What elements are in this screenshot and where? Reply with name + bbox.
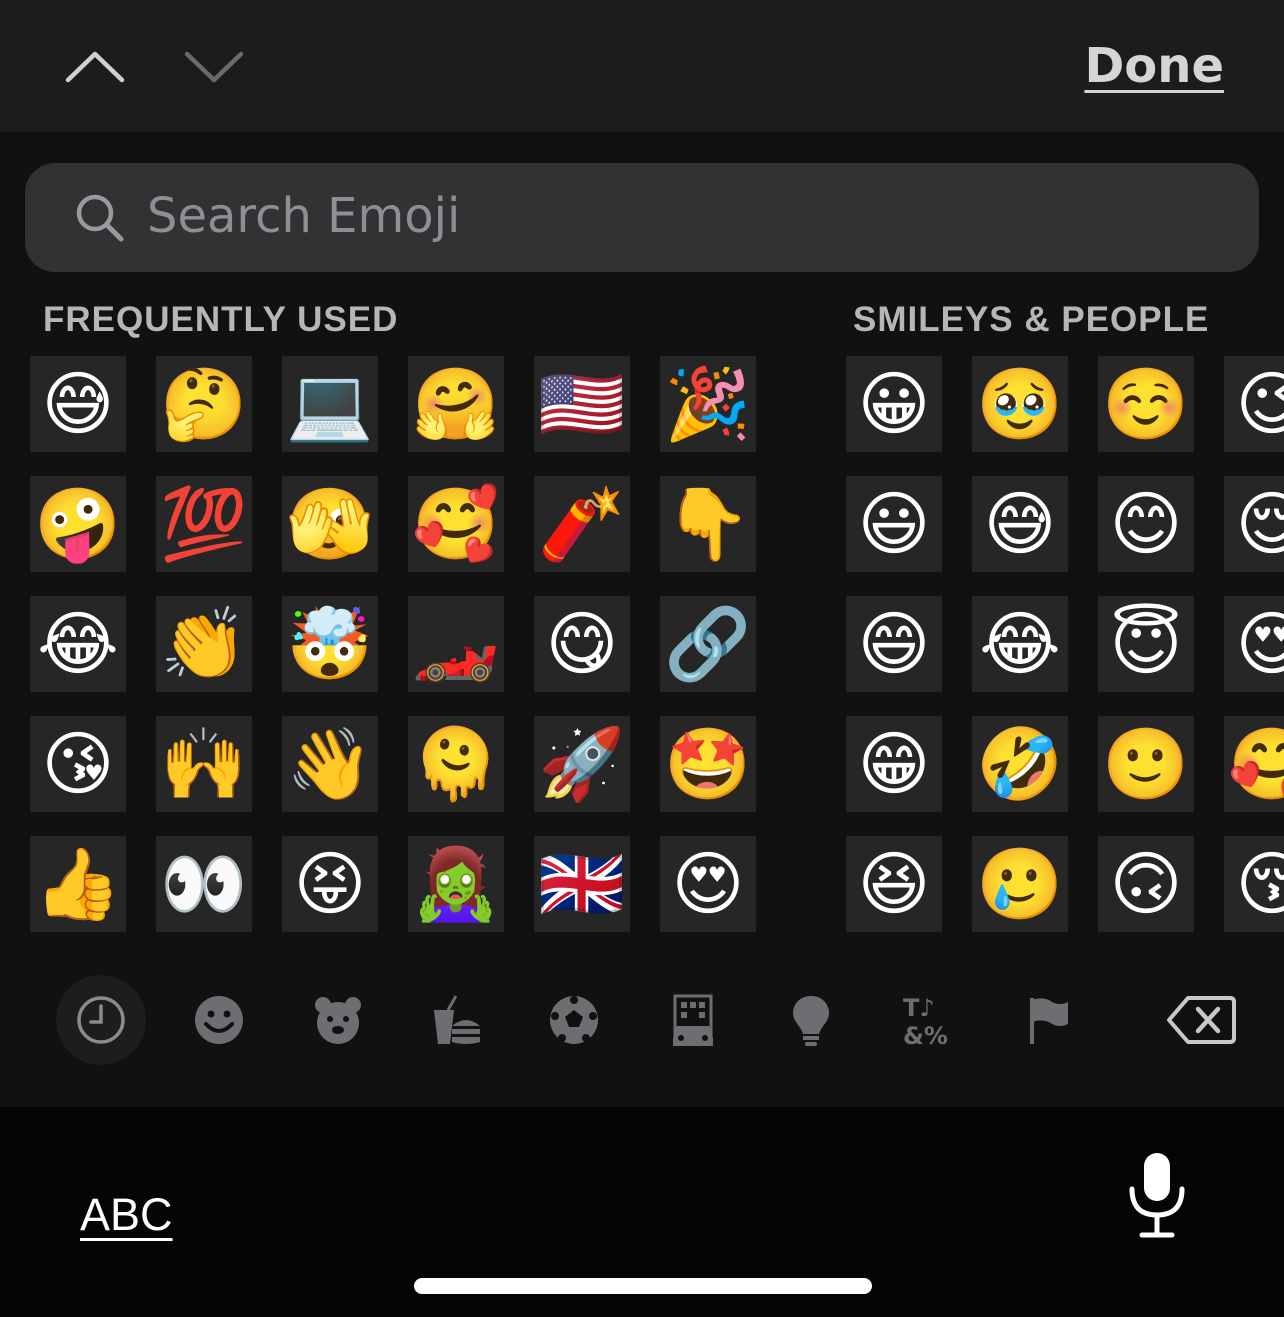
- delete-icon: [1166, 992, 1236, 1048]
- emoji-key[interactable]: 😁: [846, 716, 942, 812]
- emoji-key[interactable]: 😄: [846, 596, 942, 692]
- category-objects[interactable]: [766, 975, 856, 1065]
- emoji-key[interactable]: 👋: [282, 716, 378, 812]
- emoji-key[interactable]: 🥹: [972, 356, 1068, 452]
- chevron-up-icon[interactable]: [64, 44, 126, 88]
- emoji-key[interactable]: 🫣: [282, 476, 378, 572]
- category-symbols[interactable]: T♪ &%: [884, 975, 974, 1065]
- emoji-key[interactable]: 😅: [972, 476, 1068, 572]
- category-food[interactable]: [411, 975, 501, 1065]
- section-title-smileys-people: SMILEYS & PEOPLE: [853, 300, 1210, 339]
- emoji-key[interactable]: 💯: [156, 476, 252, 572]
- emoji-key[interactable]: 🙂: [1098, 716, 1194, 812]
- emoji-key[interactable]: 👍: [30, 836, 126, 932]
- emoji-key[interactable]: 🧟‍♀️: [408, 836, 504, 932]
- emoji-key[interactable]: 👀: [156, 836, 252, 932]
- emoji-key[interactable]: 😝: [282, 836, 378, 932]
- lightbulb-icon: [783, 992, 839, 1048]
- category-recent[interactable]: [56, 975, 146, 1065]
- emoji-key[interactable]: 🤯: [282, 596, 378, 692]
- svg-text:T♪: T♪: [903, 994, 935, 1022]
- smileys-people-grid: 😀 🥹 ☺️ 😉 😃 😅 😊 😌 😄 😂 😇 😍 😁 🤣 🙂 🥰 😆 🥲 🙃 😚: [846, 356, 1284, 932]
- category-flags[interactable]: [1003, 975, 1093, 1065]
- emoji-key[interactable]: 😊: [1098, 476, 1194, 572]
- food-icon: [428, 992, 484, 1048]
- clock-icon: [73, 992, 129, 1048]
- emoji-key[interactable]: 💻: [282, 356, 378, 452]
- emoji-key[interactable]: 😍: [660, 836, 756, 932]
- emoji-key[interactable]: 😋: [534, 596, 630, 692]
- chevron-down-icon[interactable]: [183, 44, 245, 88]
- emoji-key[interactable]: 😌: [1224, 476, 1284, 572]
- emoji-key[interactable]: 👇: [660, 476, 756, 572]
- section-title-frequently-used: FREQUENTLY USED: [43, 300, 399, 339]
- emoji-key[interactable]: 😆: [846, 836, 942, 932]
- category-activity[interactable]: [529, 975, 619, 1065]
- keyboard-bottom-bar: ABC: [0, 1107, 1284, 1317]
- frequently-used-grid: 😅 🤔 💻 🤗 🇺🇸 🎉 🤪 💯 🫣 🥰 🧨 👇 😂 👏 🤯 🏎️ 😋 🔗 😘 🙌 👋 🫠 🚀 🤩 👍 👀 😝 🧟‍♀️ 🇬🇧 😍: [30, 356, 756, 932]
- smiley-icon: [191, 992, 247, 1048]
- emoji-key[interactable]: 🤩: [660, 716, 756, 812]
- category-animals[interactable]: [293, 975, 383, 1065]
- delete-button[interactable]: [1156, 975, 1246, 1065]
- emoji-key[interactable]: 😉: [1224, 356, 1284, 452]
- emoji-key[interactable]: 🤪: [30, 476, 126, 572]
- svg-text:&%: &%: [903, 1022, 948, 1048]
- emoji-key[interactable]: 🏎️: [408, 596, 504, 692]
- keyboard-toolbar: Done: [0, 0, 1284, 132]
- emoji-key[interactable]: 🙌: [156, 716, 252, 812]
- emoji-key[interactable]: 😚: [1224, 836, 1284, 932]
- bear-icon: [310, 992, 366, 1048]
- search-emoji-field[interactable]: Search Emoji: [25, 163, 1259, 272]
- emoji-key[interactable]: 😅: [30, 356, 126, 452]
- abc-keyboard-button[interactable]: ABC: [80, 1189, 173, 1241]
- emoji-key[interactable]: 🥲: [972, 836, 1068, 932]
- emoji-key[interactable]: 🚀: [534, 716, 630, 812]
- category-bar: T♪ &%: [0, 970, 1284, 1070]
- emoji-key[interactable]: 🤔: [156, 356, 252, 452]
- emoji-key[interactable]: 🙃: [1098, 836, 1194, 932]
- emoji-key[interactable]: 😇: [1098, 596, 1194, 692]
- soccer-ball-icon: [546, 992, 602, 1048]
- emoji-key[interactable]: 😘: [30, 716, 126, 812]
- emoji-key[interactable]: ☺️: [1098, 356, 1194, 452]
- emoji-key[interactable]: 🤣: [972, 716, 1068, 812]
- emoji-key[interactable]: 🥰: [1224, 716, 1284, 812]
- emoji-key[interactable]: 🇬🇧: [534, 836, 630, 932]
- emoji-key[interactable]: 😂: [972, 596, 1068, 692]
- emoji-key[interactable]: 🤗: [408, 356, 504, 452]
- emoji-key[interactable]: 👏: [156, 596, 252, 692]
- emoji-key[interactable]: 🎉: [660, 356, 756, 452]
- emoji-key[interactable]: 🧨: [534, 476, 630, 572]
- category-travel[interactable]: [648, 975, 738, 1065]
- search-placeholder: Search Emoji: [147, 188, 461, 244]
- category-smileys[interactable]: [174, 975, 264, 1065]
- building-car-icon: [665, 992, 721, 1048]
- symbols-icon: T♪ &%: [901, 992, 957, 1048]
- home-indicator: [414, 1278, 872, 1294]
- done-button[interactable]: Done: [1084, 38, 1224, 94]
- flag-icon: [1020, 992, 1076, 1048]
- search-icon: [73, 191, 127, 245]
- emoji-key[interactable]: 😂: [30, 596, 126, 692]
- microphone-icon[interactable]: [1122, 1149, 1192, 1241]
- emoji-key[interactable]: 😍: [1224, 596, 1284, 692]
- emoji-key[interactable]: 🔗: [660, 596, 756, 692]
- emoji-key[interactable]: 😀: [846, 356, 942, 452]
- emoji-keyboard: Search Emoji FREQUENTLY USED SMILEYS & P…: [0, 132, 1284, 1107]
- emoji-key[interactable]: 😃: [846, 476, 942, 572]
- emoji-key[interactable]: 🇺🇸: [534, 356, 630, 452]
- emoji-key[interactable]: 🫠: [408, 716, 504, 812]
- emoji-key[interactable]: 🥰: [408, 476, 504, 572]
